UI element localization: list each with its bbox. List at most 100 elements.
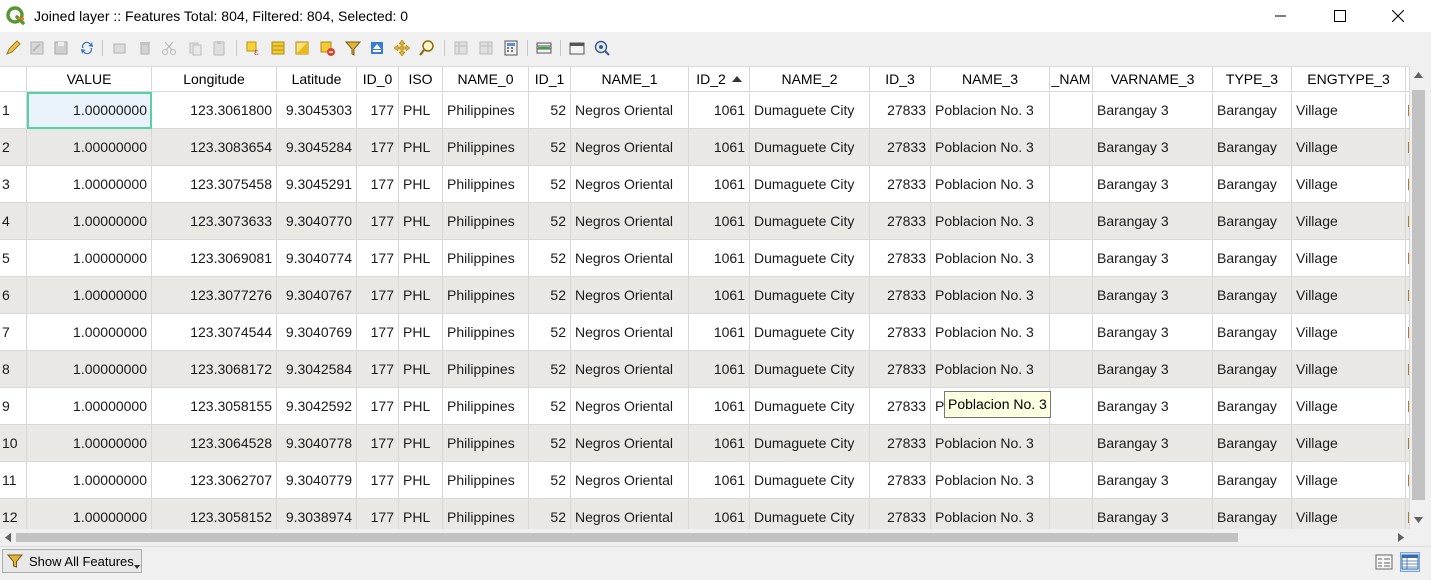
cell-varname-3[interactable]: Barangay 3 xyxy=(1093,129,1213,166)
row-number[interactable]: 1 xyxy=(0,92,27,129)
cell-varname-3[interactable]: Barangay 3 xyxy=(1093,351,1213,388)
cell-id-1[interactable]: 52 xyxy=(529,129,571,166)
cell-latitude[interactable]: 9.3042592 xyxy=(277,388,357,425)
cell-longitude[interactable]: 123.3073633 xyxy=(152,203,277,240)
cell-latitude[interactable]: 9.3040769 xyxy=(277,314,357,351)
cell-iso[interactable]: PHL xyxy=(399,92,443,129)
cell-name-1[interactable]: Negros Oriental xyxy=(571,425,689,462)
cell-id-2[interactable]: 1061 xyxy=(689,351,750,388)
cell-id-1[interactable]: 52 xyxy=(529,425,571,462)
cut-icon[interactable] xyxy=(160,39,178,57)
scroll-down-icon[interactable] xyxy=(1414,517,1423,523)
cell-id-2[interactable]: 1061 xyxy=(689,388,750,425)
save-icon[interactable] xyxy=(52,39,70,57)
cell-varname-3[interactable]: Barangay 3 xyxy=(1093,240,1213,277)
cell-id-2[interactable]: 1061 xyxy=(689,277,750,314)
cell-longitude[interactable]: 123.3068172 xyxy=(152,351,277,388)
cell-value[interactable]: 1.00000000 xyxy=(27,166,152,203)
cell-name-1[interactable]: Negros Oriental xyxy=(571,166,689,203)
cell-id-3[interactable]: 27833 xyxy=(870,277,931,314)
delete-feature-icon[interactable] xyxy=(136,39,154,57)
column-header-id-3[interactable]: ID_3 xyxy=(870,67,931,91)
cell-id-0[interactable]: 177 xyxy=(357,499,399,530)
reload-icon[interactable] xyxy=(78,39,96,57)
table-row[interactable]: 3 1.00000000 123.3075458 9.3045291 177 PHL Phi… xyxy=(0,166,1410,203)
cell-name-2[interactable]: Dumaguete City xyxy=(750,129,870,166)
cell-id-0[interactable]: 177 xyxy=(357,351,399,388)
cell-id-3[interactable]: 27833 xyxy=(870,314,931,351)
cell-id-1[interactable]: 52 xyxy=(529,92,571,129)
column-header-id-2[interactable]: ID_2 xyxy=(689,67,750,91)
cell-nam[interactable] xyxy=(1050,277,1093,314)
cell-longitude[interactable]: 123.3061800 xyxy=(152,92,277,129)
conditional-format-icon[interactable] xyxy=(535,39,553,57)
cell-engtype-3[interactable]: Village xyxy=(1292,314,1406,351)
cell-name-0[interactable]: Philippines xyxy=(443,388,529,425)
cell-id-2[interactable]: 1061 xyxy=(689,462,750,499)
actions-icon[interactable] xyxy=(593,39,611,57)
cell-longitude[interactable]: 123.3058152 xyxy=(152,499,277,530)
cell-name-1[interactable]: Negros Oriental xyxy=(571,314,689,351)
cell-id-2[interactable]: 1061 xyxy=(689,166,750,203)
cell-nam[interactable] xyxy=(1050,314,1093,351)
zoom-to-selection-icon[interactable] xyxy=(418,39,436,57)
vertical-scroll-thumb[interactable] xyxy=(1412,90,1425,500)
cell-name-3[interactable]: Poblacion No. 3 xyxy=(931,166,1050,203)
cell-iso[interactable]: PHL xyxy=(399,462,443,499)
cell-iso[interactable]: PHL xyxy=(399,166,443,203)
cell-value[interactable]: 1.00000000 xyxy=(27,462,152,499)
cell-latitude[interactable]: 9.3040774 xyxy=(277,240,357,277)
show-all-features-button[interactable]: Show All Features xyxy=(2,549,142,573)
cell-name-2[interactable]: Dumaguete City xyxy=(750,166,870,203)
cell-iso[interactable]: PHL xyxy=(399,240,443,277)
table-view-button[interactable] xyxy=(1400,552,1420,572)
cell-varname-3[interactable]: Barangay 3 xyxy=(1093,499,1213,530)
cell-id-0[interactable]: 177 xyxy=(357,425,399,462)
cell-type-3[interactable]: Barangay xyxy=(1213,388,1292,425)
cell-id-1[interactable]: 52 xyxy=(529,203,571,240)
maximize-button[interactable] xyxy=(1311,0,1369,32)
cell-latitude[interactable]: 9.3042584 xyxy=(277,351,357,388)
cell-id-1[interactable]: 52 xyxy=(529,388,571,425)
cell-engtype-3[interactable]: Village xyxy=(1292,425,1406,462)
cell-name-2[interactable]: Dumaguete City xyxy=(750,92,870,129)
column-header-name-2[interactable]: NAME_2 xyxy=(750,67,870,91)
cell-id-3[interactable]: 27833 xyxy=(870,129,931,166)
cell-engtype-3[interactable]: Village xyxy=(1292,277,1406,314)
cell-id-1[interactable]: 52 xyxy=(529,166,571,203)
cell-name-3[interactable]: Poblacion No. 3 xyxy=(931,129,1050,166)
horizontal-scroll-thumb[interactable] xyxy=(16,533,1238,542)
table-row[interactable]: 5 1.00000000 123.3069081 9.3040774 177 PHL Phi… xyxy=(0,240,1410,277)
column-header-varname-3[interactable]: VARNAME_3 xyxy=(1093,67,1213,91)
scroll-left-icon[interactable] xyxy=(5,533,11,542)
table-row[interactable]: 7 1.00000000 123.3074544 9.3040769 177 PHL Phi… xyxy=(0,314,1410,351)
cell-name-0[interactable]: Philippines xyxy=(443,462,529,499)
cell-longitude[interactable]: 123.3075458 xyxy=(152,166,277,203)
header-corner[interactable] xyxy=(0,67,27,91)
cell-value[interactable]: 1.00000000 xyxy=(27,499,152,530)
column-header-id-1[interactable]: ID_1 xyxy=(529,67,571,91)
cell-name-2[interactable]: Dumaguete City xyxy=(750,462,870,499)
cell-id-0[interactable]: 177 xyxy=(357,203,399,240)
cell-id-0[interactable]: 177 xyxy=(357,166,399,203)
row-number[interactable]: 4 xyxy=(0,203,27,240)
paste-icon[interactable] xyxy=(210,39,228,57)
cell-name-2[interactable]: Dumaguete City xyxy=(750,314,870,351)
cell-name-2[interactable]: Dumaguete City xyxy=(750,425,870,462)
cell-nam[interactable] xyxy=(1050,240,1093,277)
scroll-up-icon[interactable] xyxy=(1414,72,1423,78)
cell-iso[interactable]: PHL xyxy=(399,203,443,240)
table-row[interactable]: 12 1.00000000 123.3058152 9.3038974 177 PHL Ph… xyxy=(0,499,1410,530)
cell-value[interactable]: 1.00000000 xyxy=(27,351,152,388)
row-number[interactable]: 5 xyxy=(0,240,27,277)
row-number[interactable]: 10 xyxy=(0,425,27,462)
cell-name-0[interactable]: Philippines xyxy=(443,277,529,314)
column-header-nam[interactable]: _NAM xyxy=(1050,67,1093,91)
cell-name-1[interactable]: Negros Oriental xyxy=(571,277,689,314)
field-calculator-icon[interactable] xyxy=(502,39,520,57)
cell-nam[interactable] xyxy=(1050,425,1093,462)
cell-id-3[interactable]: 27833 xyxy=(870,203,931,240)
cell-type-3[interactable]: Barangay xyxy=(1213,240,1292,277)
cell-iso[interactable]: PHL xyxy=(399,314,443,351)
column-header-id-0[interactable]: ID_0 xyxy=(357,67,399,91)
